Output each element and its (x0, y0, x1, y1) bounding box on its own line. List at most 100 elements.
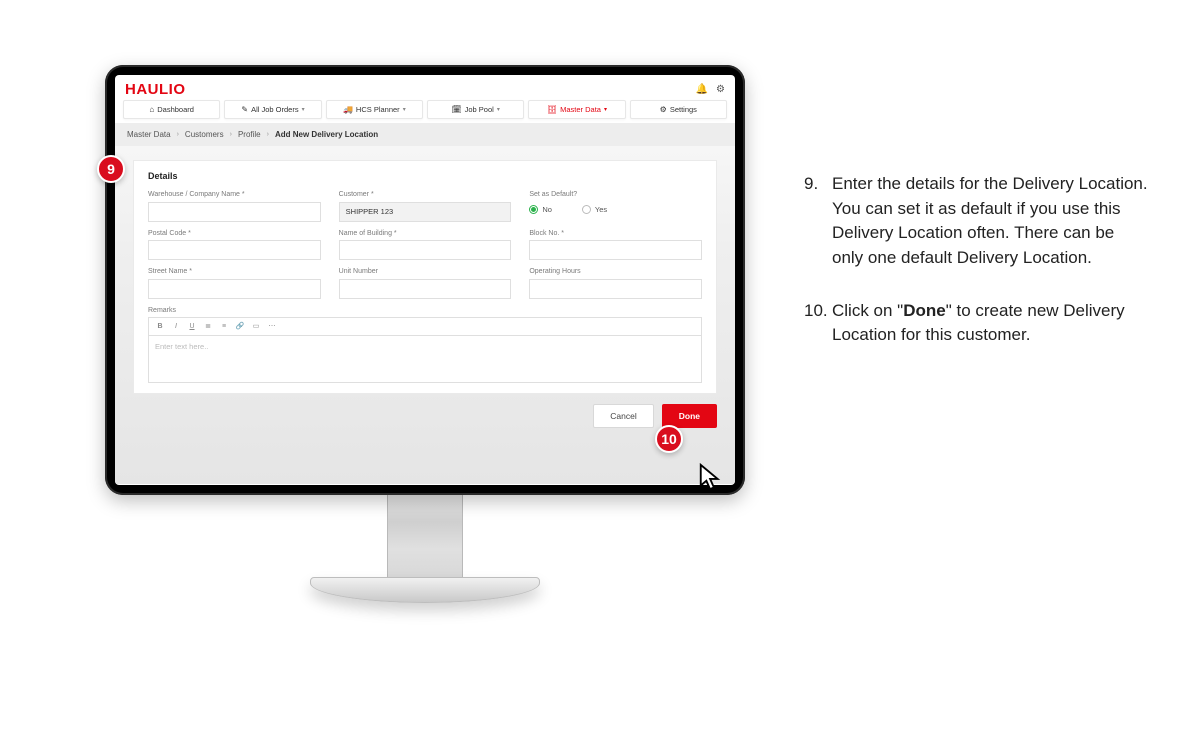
label-set-default: Set as Default? (529, 191, 702, 198)
field-set-default: Set as Default? No Yes (529, 191, 702, 222)
nav-dashboard[interactable]: ⌂ Dashboard (123, 100, 220, 119)
instruction-9-text: Enter the details for the Delivery Locat… (832, 172, 1149, 271)
label-warehouse: Warehouse / Company Name * (148, 191, 321, 198)
done-button[interactable]: Done (662, 404, 717, 428)
input-block[interactable] (529, 240, 702, 260)
label-unit: Unit Number (339, 268, 512, 275)
instruction-9: 9. Enter the details for the Delivery Lo… (804, 172, 1149, 271)
input-customer[interactable] (339, 202, 512, 222)
input-unit[interactable] (339, 279, 512, 299)
truck-icon: 🚚 (343, 105, 353, 114)
chevron-down-icon: ▾ (302, 106, 305, 113)
label-hours: Operating Hours (529, 268, 702, 275)
dashboard-icon: ⌂ (149, 105, 154, 114)
breadcrumb-customers[interactable]: Customers (185, 130, 224, 139)
instruction-10-text: Click on "Done" to create new Delivery L… (832, 299, 1149, 348)
field-customer: Customer * (339, 191, 512, 222)
details-card: Details Warehouse / Company Name * Custo… (133, 160, 717, 394)
instruction-9-number: 9. (804, 172, 832, 271)
form-actions: Cancel Done (133, 404, 717, 428)
nav-master-data-label: Master Data (560, 105, 601, 114)
nav-dashboard-label: Dashboard (157, 105, 194, 114)
label-block: Block No. * (529, 230, 702, 237)
chevron-right-icon: › (177, 131, 179, 138)
nav-hcs-planner[interactable]: 🚚 HCS Planner ▾ (326, 100, 423, 119)
editor-body[interactable]: Enter text here.. (148, 335, 702, 383)
radio-no-label: No (542, 205, 552, 214)
app-header: HAULIO 🔔 ⚙ (115, 75, 735, 100)
bell-icon[interactable]: 🔔 (696, 84, 708, 95)
label-postal: Postal Code * (148, 230, 321, 237)
monitor-mockup: HAULIO 🔔 ⚙ ⌂ Dashboard ✎ All Job Orders (105, 65, 745, 625)
instruction-10: 10. Click on "Done" to create new Delive… (804, 299, 1149, 348)
cursor-icon (697, 463, 727, 493)
field-building: Name of Building * (339, 230, 512, 261)
nav-job-pool-label: Job Pool (465, 105, 494, 114)
data-icon: 🗄 (547, 105, 557, 114)
radio-no[interactable]: No (529, 205, 552, 214)
italic-icon[interactable]: I (171, 323, 181, 330)
cancel-button[interactable]: Cancel (593, 404, 653, 428)
input-warehouse[interactable] (148, 202, 321, 222)
chevron-right-icon: › (267, 131, 269, 138)
chevron-down-icon: ▾ (604, 106, 607, 113)
field-block: Block No. * (529, 230, 702, 261)
nav-job-pool[interactable]: 🗓 Job Pool ▾ (427, 100, 524, 119)
instructions-panel: 9. Enter the details for the Delivery Lo… (804, 172, 1149, 376)
settings-icon: ⚙ (660, 105, 667, 114)
breadcrumb-current: Add New Delivery Location (275, 130, 378, 139)
chevron-right-icon: › (230, 131, 232, 138)
chevron-down-icon: ▾ (497, 106, 500, 113)
calendar-icon: 🗓 (451, 105, 461, 114)
link-icon[interactable]: 🔗 (235, 322, 245, 330)
card-title: Details (148, 171, 702, 181)
underline-icon[interactable]: U (187, 323, 197, 330)
radio-dot-icon (582, 205, 591, 214)
breadcrumb-master-data[interactable]: Master Data (127, 130, 171, 139)
editor-toolbar[interactable]: B I U ≣ ≡ 🔗 ▭ ⋯ (148, 317, 702, 335)
app-screen: HAULIO 🔔 ⚙ ⌂ Dashboard ✎ All Job Orders (115, 75, 735, 485)
callout-badge-10: 10 (655, 425, 683, 453)
label-remarks: Remarks (148, 307, 702, 314)
field-unit: Unit Number (339, 268, 512, 299)
label-building: Name of Building * (339, 230, 512, 237)
nav-hcs-planner-label: HCS Planner (356, 105, 400, 114)
bold-icon[interactable]: B (155, 323, 165, 330)
input-building[interactable] (339, 240, 512, 260)
input-street[interactable] (148, 279, 321, 299)
instruction-10-number: 10. (804, 299, 832, 348)
page-body: Details Warehouse / Company Name * Custo… (115, 146, 735, 484)
nav-settings-label: Settings (670, 105, 697, 114)
pencil-icon: ✎ (241, 105, 248, 114)
list-icon[interactable]: ≣ (203, 322, 213, 330)
monitor-stand-neck (387, 495, 463, 585)
nav-job-orders[interactable]: ✎ All Job Orders ▾ (224, 100, 321, 119)
chevron-down-icon: ▾ (403, 106, 406, 113)
input-hours[interactable] (529, 279, 702, 299)
label-street: Street Name * (148, 268, 321, 275)
input-postal[interactable] (148, 240, 321, 260)
gear-icon[interactable]: ⚙ (716, 84, 725, 95)
more-icon[interactable]: ⋯ (267, 322, 277, 330)
breadcrumb-profile[interactable]: Profile (238, 130, 261, 139)
radio-yes[interactable]: Yes (582, 205, 607, 214)
field-warehouse: Warehouse / Company Name * (148, 191, 321, 222)
app-logo: HAULIO (125, 81, 186, 98)
callout-badge-9: 9 (97, 155, 125, 183)
header-icons: 🔔 ⚙ (696, 84, 725, 95)
radio-yes-label: Yes (595, 205, 607, 214)
field-remarks: Remarks B I U ≣ ≡ 🔗 ▭ ⋯ Ent (148, 307, 702, 383)
image-icon[interactable]: ▭ (251, 322, 261, 330)
field-street: Street Name * (148, 268, 321, 299)
main-nav: ⌂ Dashboard ✎ All Job Orders ▾ 🚚 HCS Pla… (115, 100, 735, 123)
nav-job-orders-label: All Job Orders (251, 105, 299, 114)
monitor-frame: HAULIO 🔔 ⚙ ⌂ Dashboard ✎ All Job Orders (105, 65, 745, 495)
field-hours: Operating Hours (529, 268, 702, 299)
nav-settings[interactable]: ⚙ Settings (630, 100, 727, 119)
nav-master-data[interactable]: 🗄 Master Data ▾ (528, 100, 625, 119)
radio-dot-icon (529, 205, 538, 214)
label-customer: Customer * (339, 191, 512, 198)
monitor-stand-base (310, 577, 540, 603)
align-icon[interactable]: ≡ (219, 323, 229, 330)
field-postal: Postal Code * (148, 230, 321, 261)
